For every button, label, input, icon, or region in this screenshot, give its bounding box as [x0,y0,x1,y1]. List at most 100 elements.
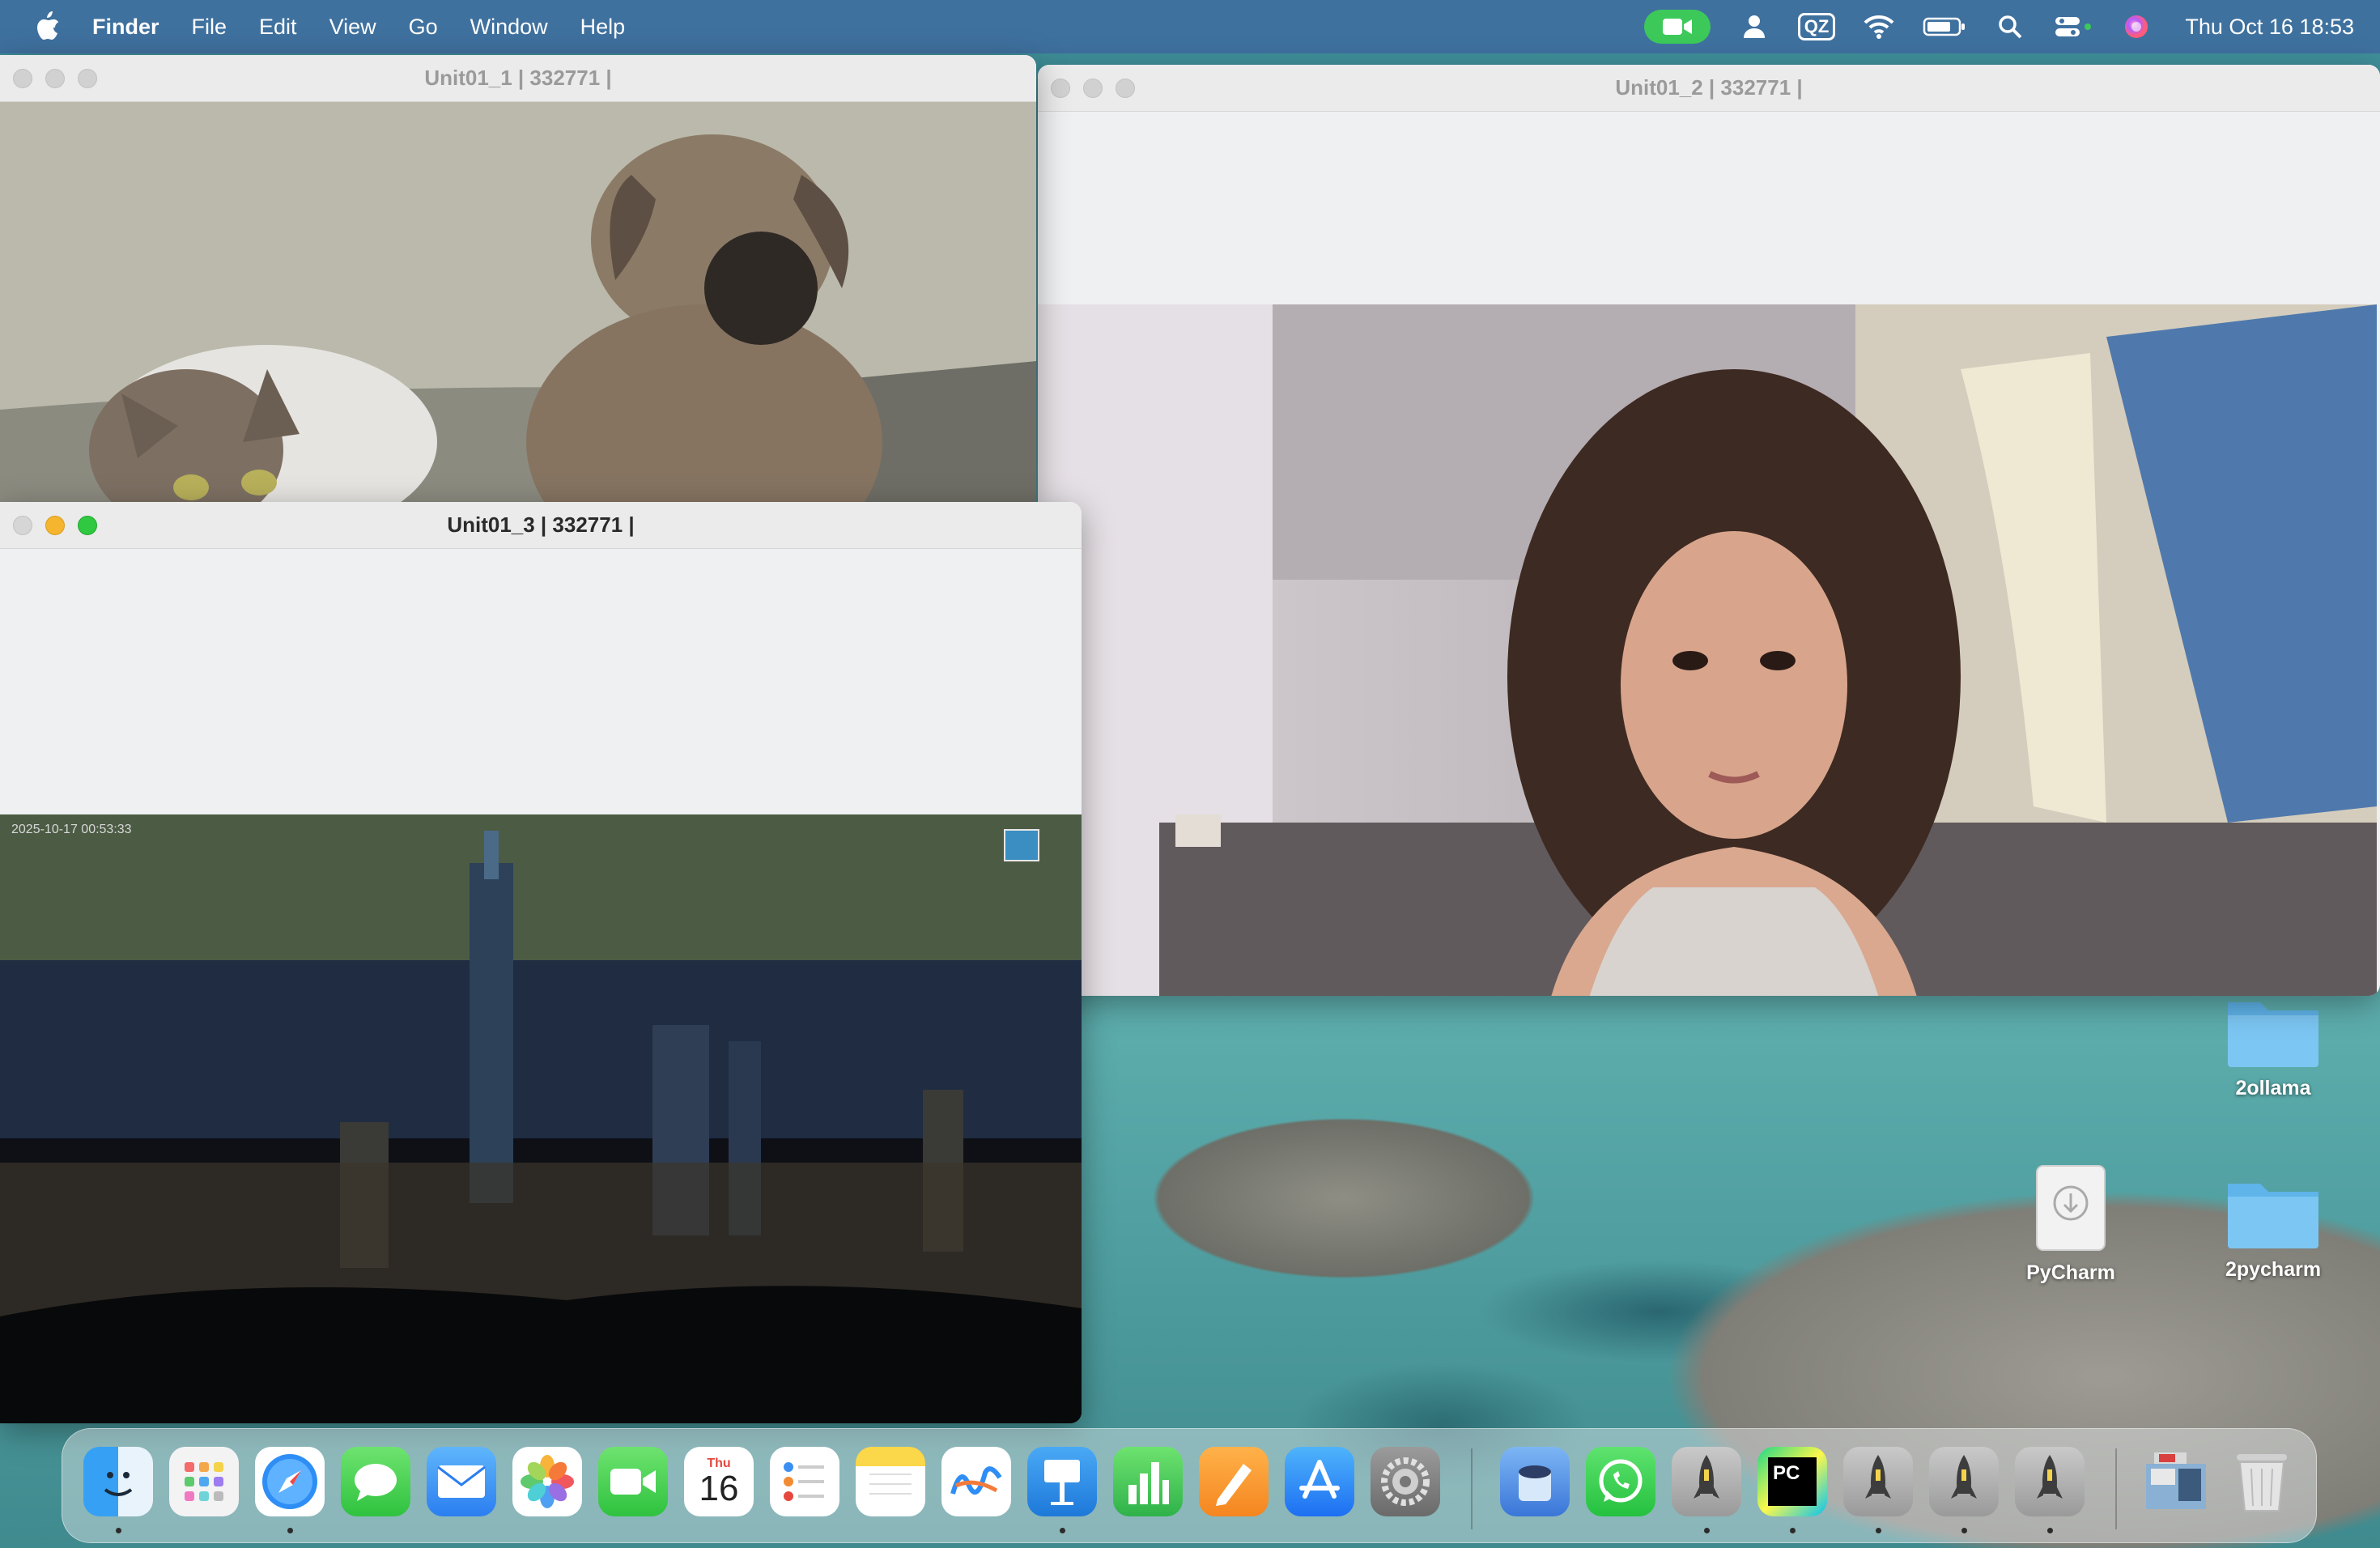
running-indicator [1790,1528,1796,1533]
titlebar[interactable]: Unit01_2 | 332771 | [1038,65,2380,112]
menu-bar-clock[interactable]: Thu Oct 16 18:53 [2185,15,2354,40]
menu-app-name[interactable]: Finder [92,15,159,40]
envelope-icon [437,1465,486,1498]
dock-app-calendar[interactable]: Thu 16 [684,1447,754,1516]
menu-view[interactable]: View [329,15,376,40]
siri-icon[interactable] [2120,11,2153,43]
pen-icon [1216,1464,1252,1506]
checklist-icon [784,1462,824,1501]
dock-app-python-launcher[interactable] [1929,1447,1999,1516]
menu-help[interactable]: Help [580,15,626,40]
dock-app-reminders[interactable] [770,1447,839,1516]
running-indicator [1961,1528,1967,1533]
video-timestamp: 2025-10-17 00:53:33 [11,823,132,836]
minimize-button[interactable] [1083,79,1103,98]
dock-app-safari[interactable] [255,1447,325,1516]
city-night-video-feed: 2025-10-17 00:53:33 [0,814,1082,1423]
desktop-folder-2ollama[interactable]: 2ollama [2200,991,2346,1100]
trash-icon [2237,1454,2287,1512]
app-store-a-icon [1299,1460,1340,1499]
dock-app-pycharm[interactable]: PC [1757,1447,1827,1516]
zoom-button[interactable] [78,516,97,535]
running-indicator [1060,1528,1065,1533]
launchpad-grid-icon [185,1462,223,1501]
rocket-icon [2037,1455,2063,1499]
wifi-icon[interactable] [1863,11,1895,43]
control-center-icon[interactable] [2054,11,2093,43]
bar-chart-icon [1128,1462,1169,1504]
running-indicator [116,1528,121,1533]
window-unit01-2[interactable]: Unit01_2 | 332771 | [1038,65,2380,996]
pycharm-logo-text: PC [1773,1462,1800,1484]
running-indicator [2047,1528,2053,1533]
zoom-button[interactable] [78,69,97,88]
desktop-icon-label: 2pycharm [2225,1258,2322,1281]
rocket-icon [1694,1455,1719,1499]
facetime-camera-icon[interactable] [1643,10,1711,44]
dock-app-python-launcher[interactable] [1672,1447,1741,1516]
menu-go[interactable]: Go [409,15,438,40]
menu-bar-status-area: QZ Thu Oct 16 18:53 [1643,0,2354,53]
dock-app-numbers[interactable] [1113,1447,1183,1516]
dock-downloads-stack[interactable] [2141,1447,2211,1516]
user-icon[interactable] [1738,11,1770,43]
desktop-icon-label: 2ollama [2235,1077,2311,1099]
menu-edit[interactable]: Edit [259,15,297,40]
freeform-scribble-icon [950,1466,1002,1495]
apple-menu-icon[interactable] [31,11,63,43]
rocket-icon [1865,1455,1891,1499]
video-camera-icon [610,1469,656,1495]
dock-app-mail[interactable] [427,1447,496,1516]
window-unit01-1[interactable]: Unit01_1 | 332771 | [0,55,1036,504]
window-controls [13,502,97,549]
rocket-icon [1951,1455,1977,1499]
dock-app-finder[interactable] [83,1447,153,1516]
battery-icon[interactable] [1923,11,1966,43]
dock-app-photos[interactable] [512,1447,582,1516]
minimize-button[interactable] [45,69,65,88]
minimize-button[interactable] [45,516,65,535]
notes-lines-icon [869,1474,912,1495]
dock-app-app-store[interactable] [1285,1447,1354,1516]
zoom-button[interactable] [1116,79,1135,98]
dock-trash[interactable] [2227,1447,2297,1516]
desktop-folder-2pycharm[interactable]: 2pycharm [2200,1172,2346,1282]
window-unit01-3[interactable]: Unit01_3 | 332771 | 2025-10-17 00:53:33 [0,502,1082,1423]
search-icon[interactable] [1994,11,2026,43]
dock-separator [2115,1448,2117,1529]
window-controls [13,55,97,102]
close-button[interactable] [13,69,32,88]
close-button[interactable] [1051,79,1070,98]
dock-app-system-settings[interactable] [1371,1447,1440,1516]
window-title: Unit01_1 | 332771 | [424,66,612,90]
menu-file[interactable]: File [192,15,227,40]
titlebar[interactable]: Unit01_1 | 332771 | [0,55,1036,102]
close-button[interactable] [13,516,32,535]
dock-app-pages[interactable] [1199,1447,1269,1516]
dog-and-cat-video-feed [0,102,1036,504]
safari-compass-icon [262,1454,317,1509]
window-title: Unit01_3 | 332771 | [447,512,635,537]
running-indicator [1876,1528,1881,1533]
folder-icon [2228,1184,2318,1248]
gear-icon [1381,1457,1430,1506]
dock-app-launchpad[interactable] [169,1447,239,1516]
dock-app-notes[interactable] [856,1447,925,1516]
desktop-disk-image-pycharm[interactable]: PyCharm [1998,1163,2144,1285]
dock-app-messages[interactable] [341,1447,410,1516]
window-blank-area [1038,112,2380,304]
calendar-day: 16 [699,1469,739,1508]
camera-logo-icon [1004,829,1039,861]
dock-separator [1471,1448,1473,1529]
qz-input-icon[interactable]: QZ [1797,13,1836,40]
menu-window[interactable]: Window [470,15,548,40]
titlebar[interactable]: Unit01_3 | 332771 | [0,502,1082,549]
dock-app-whatsapp[interactable] [1586,1447,1655,1516]
dock-app-python-launcher[interactable] [1843,1447,1913,1516]
dock-app-python-launcher[interactable] [2015,1447,2085,1516]
dock-app-freeform[interactable] [941,1447,1011,1516]
dock-app-facetime[interactable] [598,1447,668,1516]
dock-app-keynote[interactable] [1027,1447,1097,1516]
running-indicator [1704,1528,1710,1533]
dock-app-installer[interactable] [1500,1447,1570,1516]
